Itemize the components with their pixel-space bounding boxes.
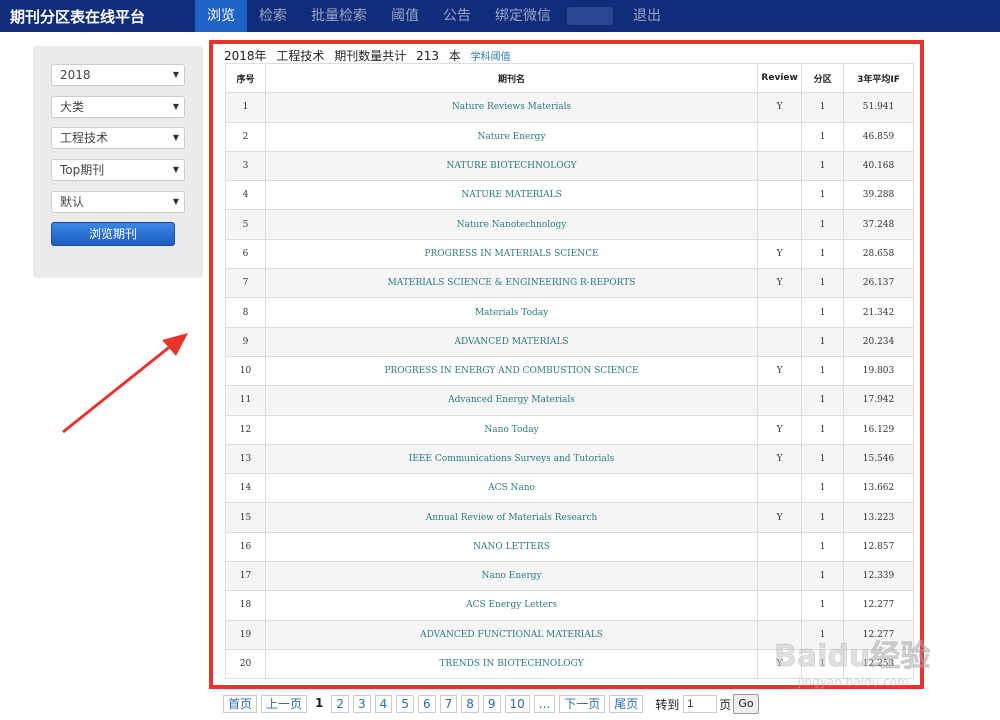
next-page-button[interactable]: 下一页 [559, 695, 606, 713]
svg-text:jingyan.baidu.com: jingyan.baidu.com [797, 675, 909, 689]
page-link[interactable]: 8 [461, 695, 479, 713]
page-link[interactable]: 10 [504, 695, 530, 713]
current-page: 1 [311, 695, 328, 713]
page-link[interactable]: 4 [374, 695, 393, 713]
page-link[interactable]: 2 [331, 695, 350, 713]
go-button[interactable]: Go [733, 694, 759, 714]
pagination: 首页 上一页 1 2 3 4 5 6 7 8 9 10 ... 下一页 尾页 转… [223, 694, 759, 714]
page-link[interactable]: 7 [439, 695, 458, 713]
page-link[interactable]: 9 [482, 695, 501, 713]
page-link[interactable]: 5 [396, 695, 414, 713]
goto-label: 转到 [655, 697, 680, 712]
baidu-watermark-logo: Baidu经验 jingyan.baidu.com [774, 639, 931, 689]
page-link[interactable]: 3 [353, 695, 371, 713]
highlight-box [209, 40, 924, 689]
page-ellipsis: ... [533, 695, 556, 713]
last-page-button[interactable]: 尾页 [609, 695, 644, 713]
svg-text:Baidu经验: Baidu经验 [774, 639, 930, 674]
page-link[interactable]: 6 [417, 695, 436, 713]
goto-page-input[interactable] [683, 695, 718, 713]
goto-unit: 页 [719, 697, 732, 712]
prev-page-button[interactable]: 上一页 [261, 695, 308, 713]
first-page-button[interactable]: 首页 [223, 695, 258, 713]
